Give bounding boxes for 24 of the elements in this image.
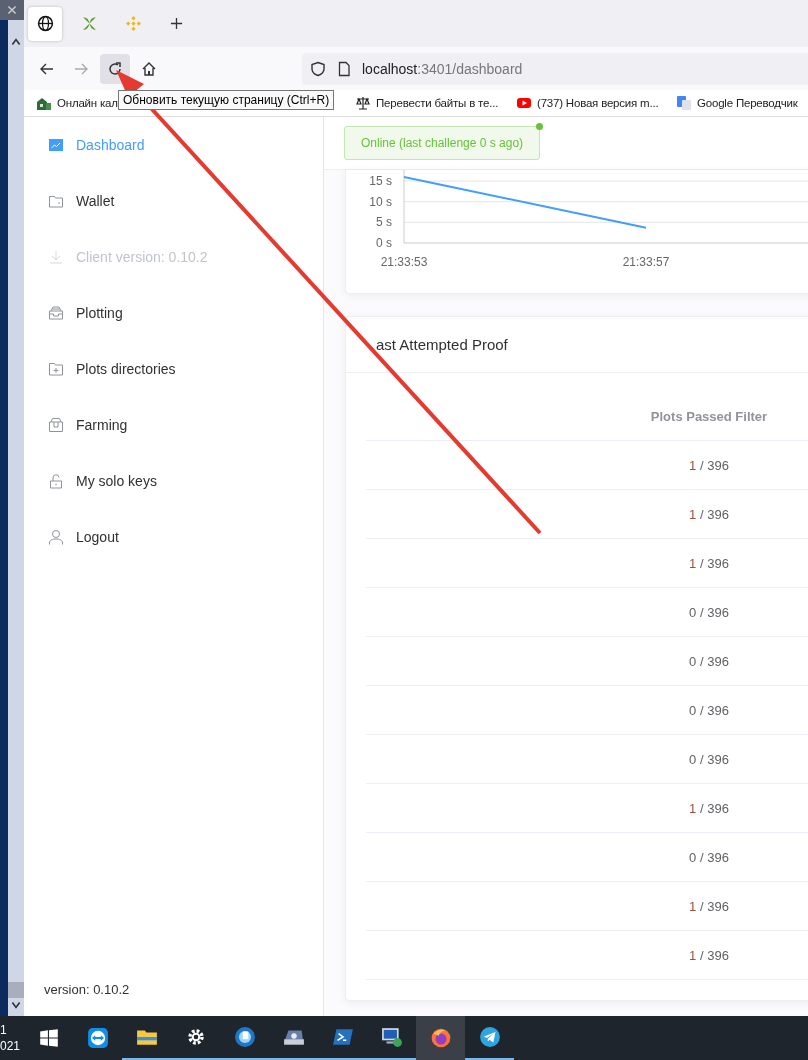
table-cell-text: 0 / 396 xyxy=(688,653,730,669)
table-cell-text: 0 / 396 xyxy=(688,604,730,620)
table-cell-text: 1 / 396 xyxy=(688,898,730,914)
table-cell-text: 0 / 396 xyxy=(688,702,730,718)
clock: 1 021 xyxy=(0,1022,22,1054)
version-text: version: 0.10.2 xyxy=(43,982,131,999)
tooltip: Обновить текущую страницу (Ctrl+R) xyxy=(118,90,335,110)
table-cell-text: 1 / 396 xyxy=(688,800,730,816)
status-badge: Online (last challenge 0 s ago) xyxy=(344,126,541,160)
column-header: Plots Passed Filter xyxy=(649,408,769,424)
url-text: localhost:3401/dashboard xyxy=(362,60,523,77)
x-tick-label: 21:33:57 xyxy=(622,255,670,269)
card-title: ast Attempted Proof xyxy=(346,317,808,373)
table-cell-text: 0 / 396 xyxy=(688,751,730,767)
y-tick-label: 5 s xyxy=(376,215,392,230)
x-tick-label: 21:33:53 xyxy=(380,255,428,269)
y-tick-label: 15 s xyxy=(369,174,392,189)
table-cell-text: 1 / 396 xyxy=(688,947,730,963)
table-cell-text: 0 / 396 xyxy=(688,849,730,865)
y-tick-label: 0 s xyxy=(376,236,392,250)
table-cell-text: 1 / 396 xyxy=(688,457,730,473)
y-tick-label: 10 s xyxy=(369,194,392,209)
table-cell-text: 1 / 396 xyxy=(688,506,730,522)
table-cell-text: 1 / 396 xyxy=(688,555,730,571)
